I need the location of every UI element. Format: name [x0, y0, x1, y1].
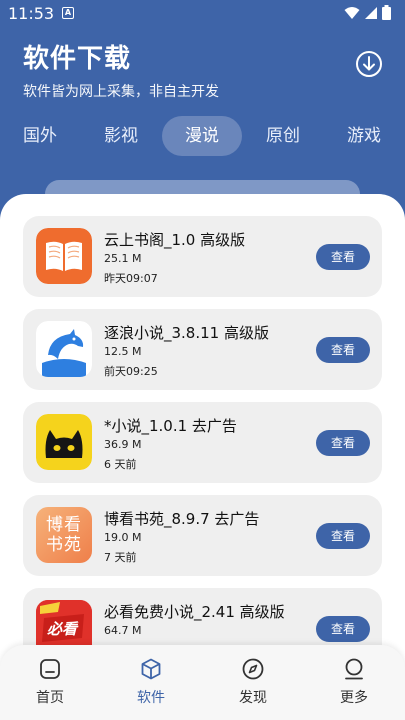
app-size: 64.7 M	[104, 624, 142, 637]
app-card[interactable]: *小说_1.0.1 去广告 36.9 M 6 天前 查看	[23, 402, 382, 483]
open-book-icon	[36, 228, 92, 284]
nav-home-label: 首页	[36, 690, 64, 706]
nav-home[interactable]: 首页	[20, 657, 80, 707]
bokan-logo-icon: 博看 书苑	[36, 507, 92, 563]
app-size: 36.9 M	[104, 438, 142, 451]
nav-more-label: 更多	[340, 690, 368, 706]
app-time: 前天09:25	[104, 365, 158, 378]
nav-software-label: 软件	[137, 690, 165, 706]
signal-icon	[365, 6, 377, 19]
page-subtitle: 软件皆为网上采集，非自主开发	[23, 84, 219, 100]
view-button[interactable]: 查看	[316, 430, 370, 456]
status-bar: 11:53 A	[0, 0, 405, 28]
view-button[interactable]: 查看	[316, 244, 370, 270]
category-tabs: 国外 影视 漫说 原创 游戏	[0, 116, 405, 156]
app-name: 必看免费小说_2.41 高级版	[104, 603, 285, 621]
nav-discover-label: 发现	[239, 690, 267, 706]
tab-youxi[interactable]: 游戏	[324, 116, 404, 156]
tab-guowai[interactable]: 国外	[0, 116, 80, 156]
app-card[interactable]: 逐浪小说_3.8.11 高级版 12.5 M 前天09:25 查看	[23, 309, 382, 390]
cube-icon	[141, 658, 161, 680]
app-time: 昨天09:07	[104, 272, 158, 285]
app-list-panel: 云上书阁_1.0 高级版 25.1 M 昨天09:07 查看 逐浪小说_3.8.…	[0, 194, 405, 720]
page-title: 软件下载	[23, 44, 132, 74]
black-cat-icon	[36, 414, 92, 470]
status-time: 11:53	[8, 4, 55, 23]
bottom-navigation: 首页 软件 发现 更多	[0, 645, 405, 720]
nav-discover[interactable]: 发现	[223, 657, 283, 707]
app-size: 12.5 M	[104, 345, 142, 358]
notification-icon: A	[62, 7, 74, 19]
system-icons	[344, 5, 391, 20]
app-name: 博看书苑_8.9.7 去广告	[104, 510, 260, 528]
wifi-icon	[344, 6, 360, 19]
app-card[interactable]: 云上书阁_1.0 高级版 25.1 M 昨天09:07 查看	[23, 216, 382, 297]
app-size: 25.1 M	[104, 252, 142, 265]
nav-more[interactable]: 更多	[324, 657, 384, 707]
battery-icon	[382, 5, 391, 20]
download-button[interactable]	[355, 50, 383, 78]
dolphin-icon	[36, 321, 92, 377]
svg-text:必看: 必看	[47, 620, 79, 638]
app-name: *小说_1.0.1 去广告	[104, 417, 237, 435]
download-icon	[356, 51, 382, 77]
tab-yuanchuang[interactable]: 原创	[243, 116, 323, 156]
app-size: 19.0 M	[104, 531, 142, 544]
view-button[interactable]: 查看	[316, 337, 370, 363]
person-icon	[345, 658, 363, 680]
compass-icon	[242, 658, 264, 680]
view-button[interactable]: 查看	[316, 616, 370, 642]
app-name: 逐浪小说_3.8.11 高级版	[104, 324, 269, 342]
view-button[interactable]: 查看	[316, 523, 370, 549]
app-time: 7 天前	[104, 551, 137, 564]
app-card[interactable]: 博看 书苑 博看书苑_8.9.7 去广告 19.0 M 7 天前 查看	[23, 495, 382, 576]
app-name: 云上书阁_1.0 高级版	[104, 231, 246, 249]
header: 软件下载 软件皆为网上采集，非自主开发	[23, 38, 219, 101]
nav-software[interactable]: 软件	[121, 657, 181, 707]
app-time: 6 天前	[104, 458, 137, 471]
home-icon	[40, 659, 60, 679]
tab-yingshi[interactable]: 影视	[81, 116, 161, 156]
tab-manshuo[interactable]: 漫说	[162, 116, 242, 156]
